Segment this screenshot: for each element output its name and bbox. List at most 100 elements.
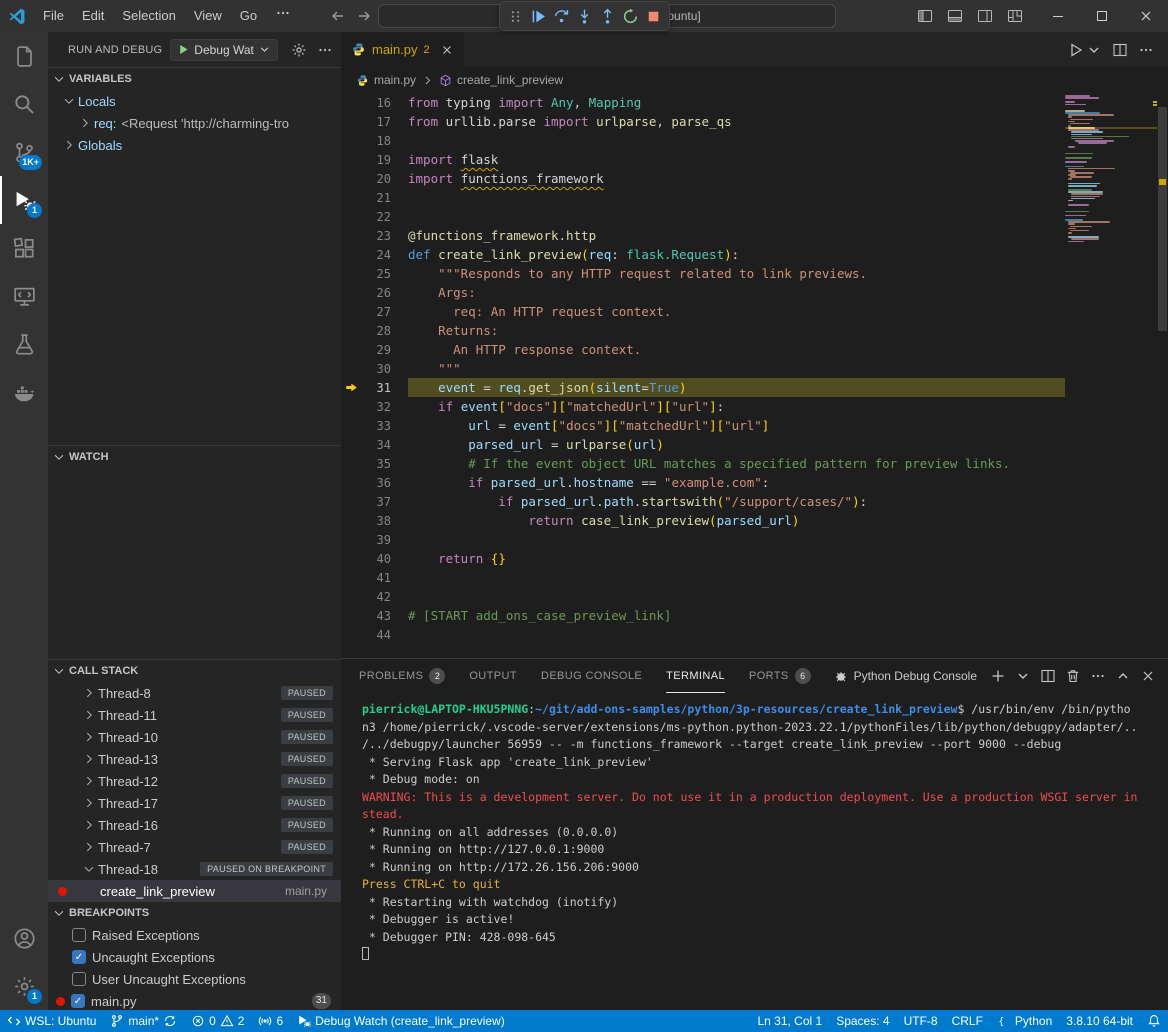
- code-line-40[interactable]: 40 return {}: [341, 549, 1065, 568]
- breakpoint-checkbox[interactable]: ✓: [72, 950, 86, 964]
- activity-search[interactable]: [0, 80, 48, 128]
- code-line-39[interactable]: 39: [341, 530, 1065, 549]
- activity-extensions[interactable]: [0, 224, 48, 272]
- status-eol[interactable]: CRLF: [945, 1010, 990, 1032]
- breakpoint-row[interactable]: User Uncaught Exceptions: [48, 968, 341, 990]
- code-line-21[interactable]: 21: [341, 188, 1065, 207]
- close-panel-icon[interactable]: [1140, 668, 1156, 684]
- variable-row[interactable]: Locals: [48, 90, 341, 112]
- panel-tab-terminal[interactable]: TERMINAL: [666, 659, 725, 693]
- more-menus-button[interactable]: [266, 5, 300, 27]
- code-line-26[interactable]: 26 Args:: [341, 283, 1065, 302]
- code-line-37[interactable]: 37 if parsed_url.path.startswith("/suppo…: [341, 492, 1065, 511]
- activity-manage[interactable]: 1: [0, 962, 48, 1010]
- code-line-43[interactable]: 43 # [START add_ons_case_preview_link]: [341, 606, 1065, 625]
- code-editor[interactable]: 16 from typing import Any, Mapping 17 fr…: [341, 93, 1168, 658]
- status-git-branch[interactable]: main*: [103, 1010, 184, 1032]
- layout-panel-icon[interactable]: [942, 3, 968, 29]
- breakpoint-checkbox[interactable]: [72, 928, 86, 942]
- menu-selection[interactable]: Selection: [113, 5, 184, 27]
- call-stack-thread[interactable]: Thread-12 PAUSED: [48, 770, 341, 792]
- code-line-27[interactable]: 27 req: An HTTP request context.: [341, 302, 1065, 321]
- call-stack-thread[interactable]: Thread-17 PAUSED: [48, 792, 341, 814]
- call-stack-thread[interactable]: Thread-18 PAUSED ON BREAKPOINT: [48, 858, 341, 880]
- status-encoding[interactable]: UTF-8: [897, 1010, 945, 1032]
- panel-tab-output[interactable]: OUTPUT: [469, 659, 517, 693]
- terminal-dropdown-chevron-icon[interactable]: [1015, 668, 1031, 684]
- code-line-29[interactable]: 29 An HTTP response context.: [341, 340, 1065, 359]
- code-line-30[interactable]: 30 """: [341, 359, 1065, 378]
- call-stack-thread[interactable]: Thread-10 PAUSED: [48, 726, 341, 748]
- activity-testing[interactable]: [0, 320, 48, 368]
- menu-view[interactable]: View: [185, 5, 231, 27]
- status-notifications[interactable]: [1140, 1010, 1168, 1032]
- debug-restart-button[interactable]: [619, 3, 642, 29]
- menu-file[interactable]: File: [34, 5, 73, 27]
- breakpoint-checkbox[interactable]: [72, 972, 86, 986]
- kill-terminal-icon[interactable]: [1065, 668, 1081, 684]
- debug-step-out-button[interactable]: [596, 3, 619, 29]
- start-debug-icon[interactable]: [177, 43, 190, 56]
- code-line-33[interactable]: 33 url = event["docs"]["matchedUrl"]["ur…: [341, 416, 1065, 435]
- layout-customize-icon[interactable]: [1002, 3, 1028, 29]
- call-stack-thread[interactable]: Thread-13 PAUSED: [48, 748, 341, 770]
- debug-step-over-button[interactable]: [550, 3, 573, 29]
- menu-go[interactable]: Go: [231, 5, 266, 27]
- activity-run-and-debug[interactable]: 1: [0, 176, 48, 224]
- variable-row[interactable]: Globals: [48, 134, 341, 156]
- status-remote-indicator[interactable]: WSL: Ubuntu: [0, 1010, 103, 1032]
- code-line-44[interactable]: 44: [341, 625, 1065, 644]
- debug-stop-button[interactable]: [642, 3, 665, 29]
- status-debug-session[interactable]: Debug Watch (create_link_preview): [290, 1010, 512, 1032]
- breakpoint-row[interactable]: ✓ Uncaught Exceptions: [48, 946, 341, 968]
- breakpoints-section-header[interactable]: BREAKPOINTS: [48, 902, 341, 924]
- code-line-18[interactable]: 18: [341, 131, 1065, 150]
- terminal-output[interactable]: pierrick@LAPTOP-HKU5PNNG:~/git/add-ons-s…: [341, 693, 1168, 964]
- status-problems[interactable]: 0 2: [184, 1010, 251, 1032]
- run-dropdown-chevron-icon[interactable]: [1086, 42, 1102, 58]
- code-line-34[interactable]: 34 parsed_url = urlparse(url): [341, 435, 1065, 454]
- call-stack-thread[interactable]: Thread-16 PAUSED: [48, 814, 341, 836]
- breadcrumb-file[interactable]: main.py: [374, 73, 416, 87]
- panel-tab-debug-console[interactable]: DEBUG CONSOLE: [541, 659, 642, 693]
- code-line-19[interactable]: 19 import flask: [341, 150, 1065, 169]
- activity-accounts[interactable]: [0, 914, 48, 962]
- code-line-38[interactable]: 38 return case_link_preview(parsed_url): [341, 511, 1065, 530]
- layout-sidebar-right-icon[interactable]: [972, 3, 998, 29]
- code-line-32[interactable]: 32 if event["docs"]["matchedUrl"]["url"]…: [341, 397, 1065, 416]
- maximize-button[interactable]: [1080, 0, 1124, 32]
- debug-drag-handle-button[interactable]: [504, 3, 527, 29]
- sidebar-more-actions-icon[interactable]: [317, 42, 333, 58]
- split-editor-icon[interactable]: [1112, 42, 1128, 58]
- panel-tab-ports[interactable]: PORTS 6: [749, 659, 811, 693]
- call-stack-section-header[interactable]: CALL STACK: [48, 660, 341, 682]
- close-window-button[interactable]: [1124, 0, 1168, 32]
- code-line-22[interactable]: 22: [341, 207, 1065, 226]
- maximize-panel-icon[interactable]: [1115, 668, 1131, 684]
- code-line-24[interactable]: 24 def create_link_preview(req: flask.Re…: [341, 245, 1065, 264]
- variables-section-header[interactable]: VARIABLES: [48, 68, 341, 90]
- status-language-mode[interactable]: { } Python: [990, 1010, 1059, 1032]
- menu-edit[interactable]: Edit: [73, 5, 113, 27]
- debug-step-into-button[interactable]: [573, 3, 596, 29]
- call-stack-thread[interactable]: Thread-11 PAUSED: [48, 704, 341, 726]
- status-ports[interactable]: 6: [251, 1010, 290, 1032]
- code-line-36[interactable]: 36 if parsed_url.hostname == "example.co…: [341, 473, 1065, 492]
- editor-scrollbar[interactable]: [1157, 93, 1168, 658]
- call-stack-thread[interactable]: Thread-8 PAUSED: [48, 682, 341, 704]
- code-line-35[interactable]: 35 # If the event object URL matches a s…: [341, 454, 1065, 473]
- debug-current-line-arrow-icon[interactable]: [341, 381, 361, 394]
- minimap[interactable]: [1065, 93, 1157, 658]
- debug-settings-gear-icon[interactable]: [291, 42, 307, 58]
- run-python-file-icon[interactable]: [1068, 42, 1084, 58]
- terminal-profile[interactable]: Python Debug Console: [833, 668, 977, 684]
- code-line-42[interactable]: 42: [341, 587, 1065, 606]
- breadcrumb-symbol[interactable]: create_link_preview: [457, 73, 563, 87]
- debug-continue-button[interactable]: [527, 3, 550, 29]
- watch-section-header[interactable]: WATCH: [48, 446, 341, 468]
- close-tab-icon[interactable]: [440, 43, 454, 57]
- code-line-28[interactable]: 28 Returns:: [341, 321, 1065, 340]
- debug-config-dropdown[interactable]: Debug Wat: [170, 39, 278, 61]
- code-line-17[interactable]: 17 from urllib.parse import urlparse, pa…: [341, 112, 1065, 131]
- stack-frame-create-link-preview[interactable]: create_link_preview main.py: [48, 880, 341, 901]
